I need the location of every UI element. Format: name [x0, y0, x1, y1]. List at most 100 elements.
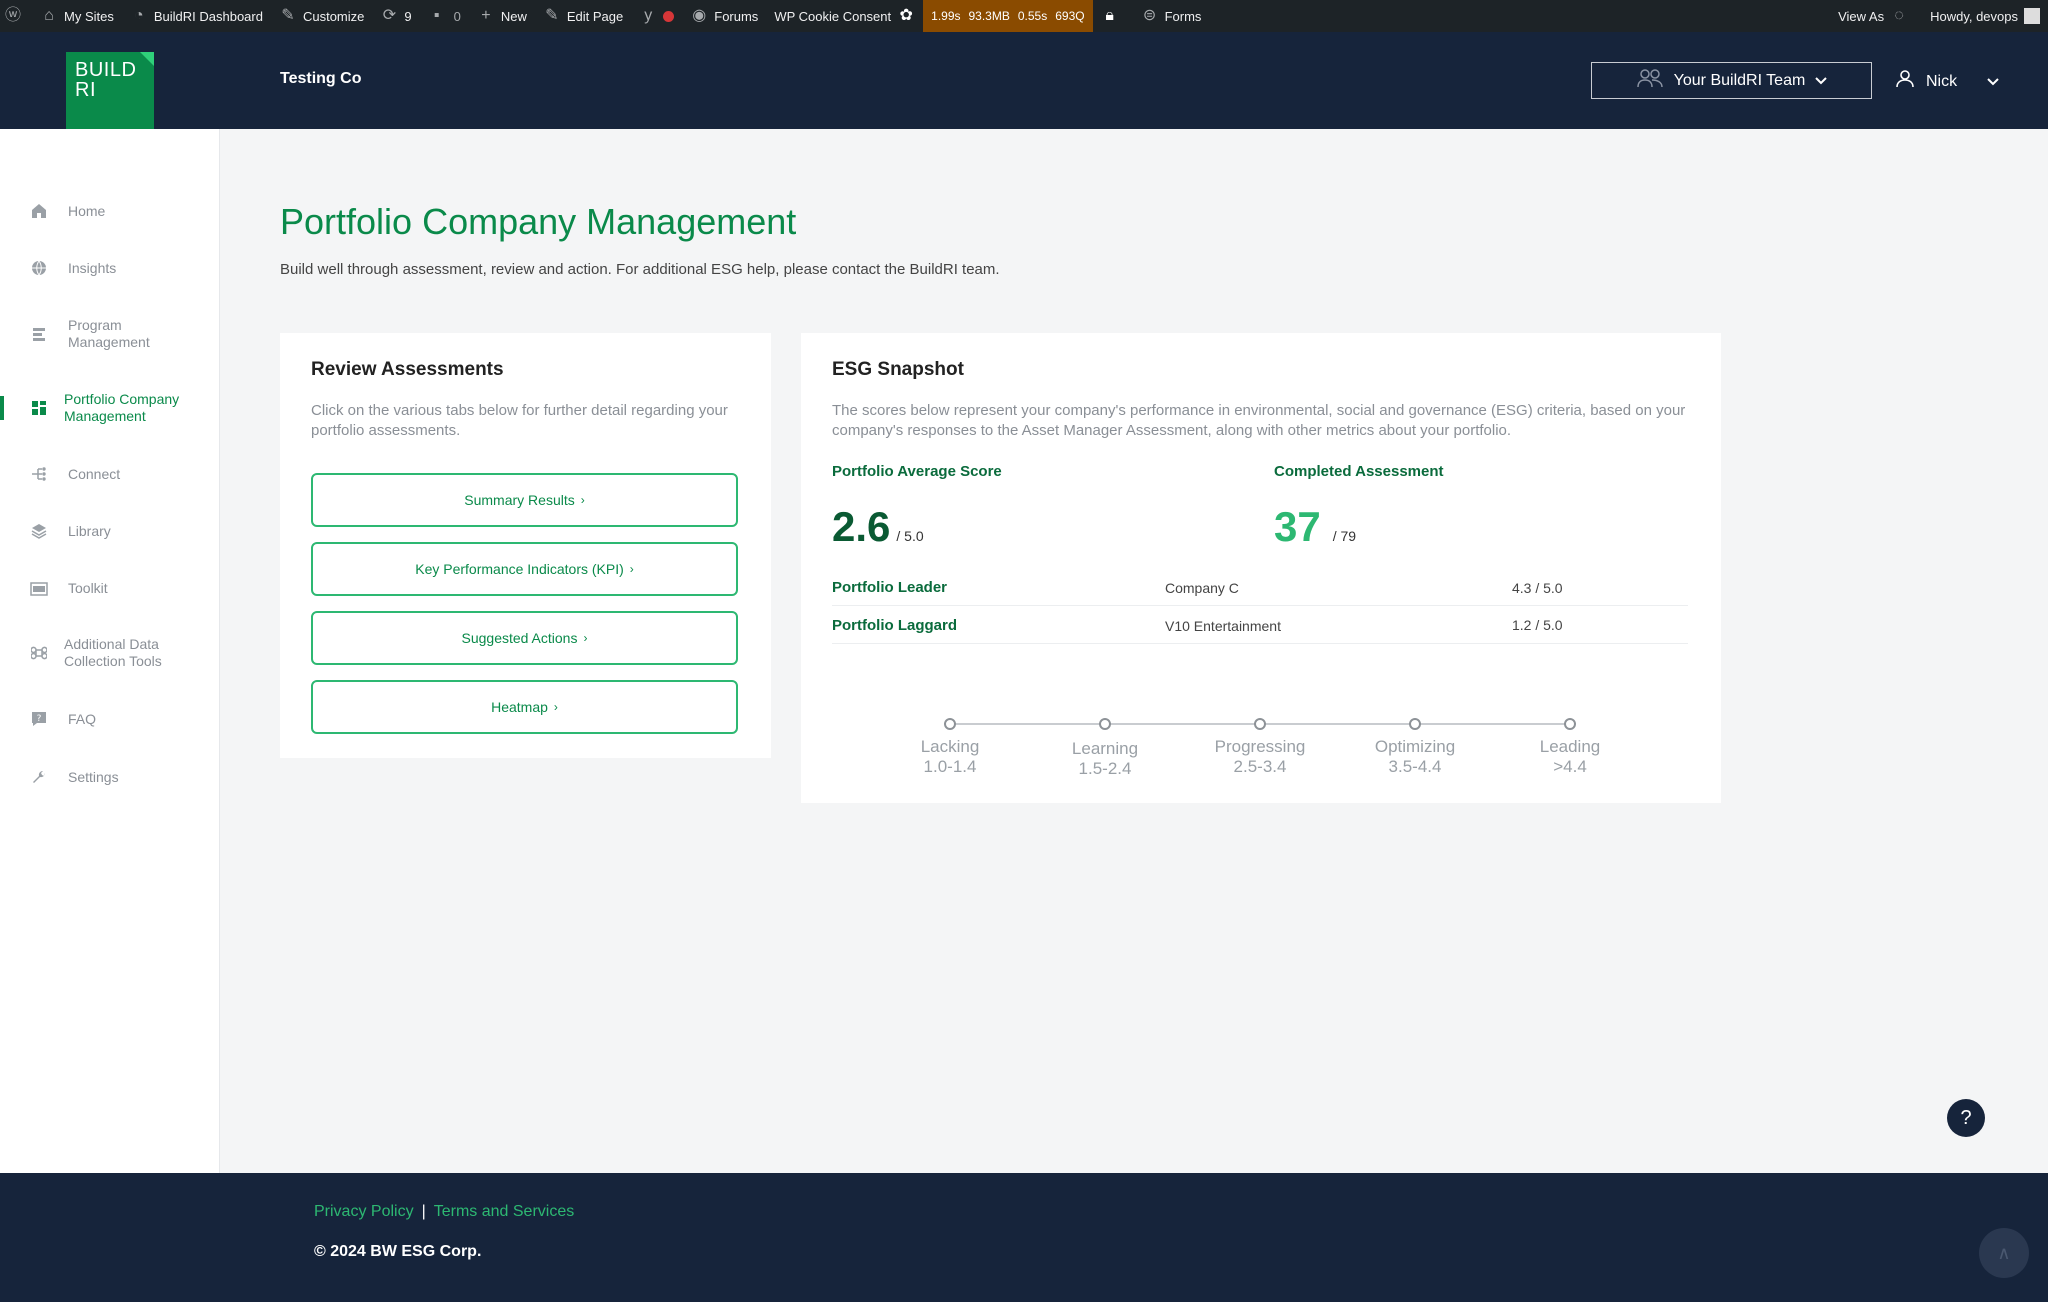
- admin-howdy[interactable]: Howdy, devops: [1922, 0, 2048, 32]
- heatmap-button[interactable]: Heatmap ›: [311, 680, 738, 734]
- query-monitor[interactable]: 1.99s 93.3MB 0.55s 693Q: [923, 0, 1093, 32]
- scale-label-leading: Leading >4.4: [1539, 737, 1601, 776]
- seo-status-icon: [663, 10, 675, 22]
- sidebar-item-additional-data-collection-tools[interactable]: Additional Data Collection Tools: [0, 636, 220, 670]
- sidebar-item-connect[interactable]: Connect: [0, 465, 220, 483]
- scale-node-learning: [1099, 718, 1111, 730]
- home-icon: [30, 202, 48, 220]
- admin-lock[interactable]: 🔒︎: [1093, 0, 1133, 32]
- eye-slash-icon: ◌: [1894, 7, 1904, 24]
- completed-assessment-value: 37/ 79: [1274, 503, 1357, 550]
- sites-icon: ⌂: [44, 7, 54, 24]
- portfolio-laggard-score: 1.2 / 5.0: [1512, 617, 1563, 633]
- forms-icon: ⊜: [1142, 7, 1157, 24]
- pencil-icon: ✎: [545, 7, 559, 24]
- review-title: Review Assessments: [311, 359, 504, 380]
- suggested-actions-button[interactable]: Suggested Actions ›: [311, 611, 738, 665]
- wp-admin-bar: ⓦ ⌂ My Sites ◔ BuildRI Dashboard ✎ Customiz…: [0, 0, 2048, 32]
- question-icon: ?: [1960, 1106, 1972, 1129]
- user-menu[interactable]: Nick: [1896, 70, 1999, 93]
- sidebar-item-portfolio-company-management[interactable]: Portfolio Company Management: [0, 391, 220, 425]
- svg-text:?: ?: [37, 714, 42, 724]
- yoast-icon: y: [644, 7, 653, 24]
- chevron-right-icon: ›: [553, 700, 558, 714]
- grid-icon: [30, 399, 48, 417]
- sidebar-item-settings[interactable]: Settings: [0, 768, 220, 786]
- portfolio-laggard-company: V10 Entertainment: [1165, 618, 1281, 634]
- forums-icon: ◉: [692, 7, 707, 24]
- row-divider: [832, 605, 1688, 606]
- kpi-button[interactable]: Key Performance Indicators (KPI) ›: [311, 542, 738, 596]
- admin-new[interactable]: + New: [469, 0, 535, 32]
- company-name: Testing Co: [280, 70, 362, 87]
- plus-icon: +: [481, 7, 491, 24]
- sidebar-item-insights[interactable]: Insights: [0, 259, 220, 277]
- sidebar-item-program-management[interactable]: Program Management: [0, 317, 220, 351]
- page-subtitle: Build well through assessment, review an…: [280, 261, 1000, 278]
- portfolio-leader-score: 4.3 / 5.0: [1512, 580, 1563, 596]
- question-icon: ?: [30, 710, 48, 728]
- globe-icon: [30, 259, 48, 277]
- footer-separator: |: [421, 1203, 426, 1220]
- sidebar-item-home[interactable]: Home: [0, 202, 220, 220]
- cookie-icon: ✿: [899, 7, 913, 24]
- chevron-up-icon: ∧: [1997, 1242, 2011, 1263]
- admin-my-sites[interactable]: ⌂ My Sites: [32, 0, 122, 32]
- scale-label-learning: Learning 1.5-2.4: [1071, 739, 1139, 778]
- site-header: BUILD RI Testing Co Your BuildRI Team Ni…: [0, 32, 2048, 139]
- portfolio-leader-company: Company C: [1165, 580, 1239, 596]
- wordpress-logo-icon[interactable]: ⓦ: [0, 0, 32, 32]
- comment-icon: ▪: [433, 7, 440, 24]
- help-button[interactable]: ?: [1947, 1099, 1985, 1137]
- admin-forums[interactable]: ◉ Forums: [682, 0, 766, 32]
- summary-results-button[interactable]: Summary Results ›: [311, 473, 738, 527]
- admin-customize[interactable]: ✎ Customize: [271, 0, 372, 32]
- buildri-logo[interactable]: BUILD RI: [66, 52, 154, 139]
- admin-cookie-consent[interactable]: WP Cookie Consent ✿: [766, 0, 923, 32]
- dashboard-icon: ◔: [134, 7, 144, 24]
- avatar: [2024, 8, 2040, 24]
- user-name: Nick: [1926, 72, 1958, 90]
- scale-node-optimizing: [1409, 718, 1421, 730]
- brush-icon: ✎: [281, 7, 295, 24]
- main-content: Portfolio Company Management Build well …: [220, 129, 2048, 1173]
- user-icon: [1896, 70, 1914, 93]
- network-icon: [30, 465, 48, 483]
- users-icon: [1636, 68, 1664, 93]
- chevron-down-icon: [1987, 74, 1999, 89]
- admin-yoast[interactable]: y: [631, 0, 682, 32]
- scale-node-progressing: [1254, 718, 1266, 730]
- sidebar-item-faq[interactable]: ? FAQ: [0, 710, 220, 728]
- admin-comments[interactable]: ▪ 0: [420, 0, 469, 32]
- terms-link[interactable]: Terms and Services: [434, 1203, 575, 1221]
- admin-dashboard[interactable]: ◔ BuildRI Dashboard: [122, 0, 271, 32]
- avg-score-label: Portfolio Average Score: [832, 463, 1002, 480]
- wrench-icon: [30, 768, 48, 786]
- sidebar: Home Insights Program Management Portfol…: [0, 129, 220, 1173]
- document-icon: [30, 325, 48, 343]
- admin-edit-page[interactable]: ✎ Edit Page: [535, 0, 631, 32]
- site-footer: Privacy Policy | Terms and Services © 20…: [0, 1173, 2048, 1302]
- page-title: Portfolio Company Management: [280, 201, 797, 242]
- admin-forms[interactable]: ⊜ Forms: [1133, 0, 1210, 32]
- command-icon: [30, 644, 48, 662]
- scale-node-leading: [1564, 718, 1576, 730]
- updates-icon: ⟳: [382, 7, 397, 24]
- lock-icon: 🔒︎: [1105, 7, 1114, 24]
- avg-score-value: 2.6/ 5.0: [832, 503, 924, 550]
- portfolio-laggard-label: Portfolio Laggard: [832, 617, 957, 634]
- scale-node-lacking: [944, 718, 956, 730]
- esg-snapshot-card: ESG Snapshot The scores below represent …: [801, 333, 1721, 803]
- esg-description: The scores below represent your company'…: [832, 402, 1686, 439]
- chevron-right-icon: ›: [580, 493, 585, 507]
- sidebar-item-library[interactable]: Library: [0, 522, 220, 540]
- row-divider: [832, 643, 1688, 644]
- team-dropdown-button[interactable]: Your BuildRI Team: [1591, 62, 1872, 99]
- admin-updates[interactable]: ⟳ 9: [372, 0, 419, 32]
- privacy-policy-link[interactable]: Privacy Policy: [314, 1203, 414, 1221]
- logo-corner: [140, 52, 154, 66]
- sidebar-item-toolkit[interactable]: Toolkit: [0, 579, 220, 597]
- admin-view-as[interactable]: View As ◌: [1830, 0, 1922, 32]
- scroll-to-top-button[interactable]: ∧: [1979, 1228, 2029, 1278]
- portfolio-leader-label: Portfolio Leader: [832, 579, 948, 596]
